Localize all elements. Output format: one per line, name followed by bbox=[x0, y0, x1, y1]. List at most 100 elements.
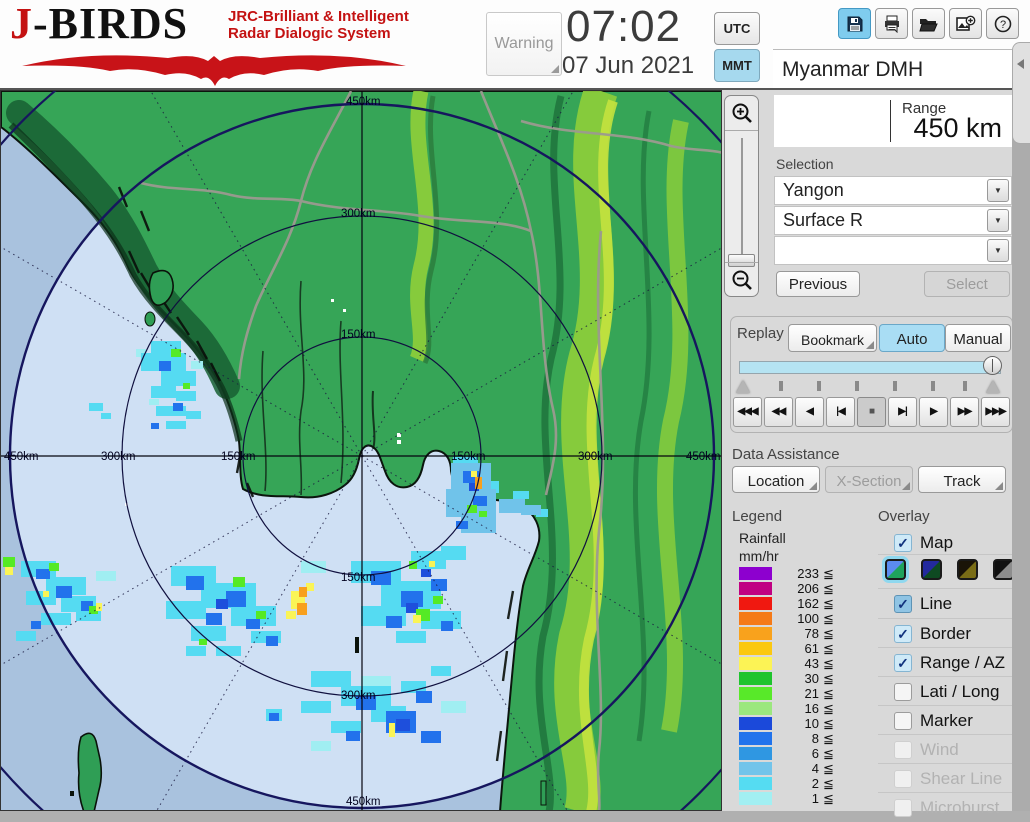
range-az-checkbox[interactable]: ✓ bbox=[894, 654, 912, 672]
site-dropdown[interactable]: Yangon ▼ bbox=[774, 176, 1012, 205]
overlay-row-map: ✓ Map bbox=[878, 528, 1012, 557]
svg-text:450km: 450km bbox=[346, 796, 381, 808]
control-panel: Range 450 km Selection Yangon ▼ Surface … bbox=[722, 90, 1014, 817]
map-style-navy-darkgreen[interactable] bbox=[921, 559, 942, 580]
legend-row: 206 ≦ bbox=[739, 581, 849, 596]
print-button[interactable] bbox=[875, 8, 908, 39]
bookmark-button[interactable]: Bookmark bbox=[788, 324, 877, 352]
capture-image-button[interactable] bbox=[949, 8, 982, 39]
svg-text:150km: 150km bbox=[221, 451, 256, 463]
svg-text:300km: 300km bbox=[341, 208, 376, 220]
overlay-label: Overlay bbox=[878, 508, 930, 525]
previous-button[interactable]: Previous bbox=[776, 271, 860, 297]
legend-row: 30 ≦ bbox=[739, 671, 849, 686]
legend-row: 61 ≦ bbox=[739, 641, 849, 656]
zoom-slider-track[interactable] bbox=[741, 138, 743, 256]
marker-checkbox[interactable] bbox=[894, 712, 912, 730]
step-back-button[interactable]: |◀ bbox=[826, 397, 855, 427]
image-plus-icon bbox=[955, 15, 975, 31]
svg-text:300km: 300km bbox=[578, 451, 613, 463]
zoom-in-icon bbox=[732, 103, 752, 123]
panel-collapse-handle[interactable] bbox=[1012, 42, 1030, 144]
range-end-marker[interactable] bbox=[986, 380, 1000, 393]
product-dropdown[interactable]: Surface R ▼ bbox=[774, 206, 1012, 235]
radar-map[interactable]: 450km 300km 150km 150km 300km 450km 450k… bbox=[0, 90, 722, 811]
line-checkbox[interactable]: ✓ bbox=[894, 595, 912, 613]
eagle-logo-icon bbox=[22, 55, 406, 86]
map-style-grayscale[interactable] bbox=[993, 559, 1014, 580]
stop-button[interactable]: ■ bbox=[857, 397, 886, 427]
shear-line-checkbox bbox=[894, 770, 912, 788]
replay-slider-track[interactable] bbox=[739, 361, 1001, 374]
svg-text:150km: 150km bbox=[451, 451, 486, 463]
map-checkbox[interactable]: ✓ bbox=[894, 534, 912, 552]
zoom-in-button[interactable] bbox=[725, 96, 758, 131]
replay-slider-thumb[interactable] bbox=[983, 356, 1002, 375]
map-style-blue-green[interactable] bbox=[885, 559, 906, 580]
play-button[interactable]: ▶ bbox=[919, 397, 948, 427]
overlay-row-microburst: Microburst bbox=[878, 792, 1012, 822]
svg-text:450km: 450km bbox=[346, 96, 381, 108]
xsection-button[interactable]: X-Section bbox=[825, 466, 913, 493]
warning-button[interactable]: Warning bbox=[486, 12, 562, 76]
overlay-row-lati-long: Lati / Long bbox=[878, 676, 1012, 706]
border-checkbox[interactable]: ✓ bbox=[894, 625, 912, 643]
save-icon bbox=[847, 16, 862, 31]
clock-time: 07:02 bbox=[566, 2, 682, 51]
help-button[interactable]: ? bbox=[986, 8, 1019, 39]
select-button[interactable]: Select bbox=[924, 271, 1010, 297]
play-reverse-button[interactable]: ◀ bbox=[795, 397, 824, 427]
selection-label: Selection bbox=[776, 156, 834, 172]
chevron-down-icon[interactable]: ▼ bbox=[987, 209, 1009, 232]
svg-text:450km: 450km bbox=[686, 451, 721, 463]
svg-text:150km: 150km bbox=[341, 572, 376, 584]
auto-button[interactable]: Auto bbox=[879, 324, 945, 352]
legend-row: 100 ≦ bbox=[739, 611, 849, 626]
jbirds-app: { "header": { "logo_title": "J-BIRDS", "… bbox=[0, 0, 1030, 817]
app-logo: J-BIRDS JRC-Brilliant & Intelligent Rada… bbox=[10, 2, 410, 88]
range-start-marker[interactable] bbox=[736, 380, 750, 393]
svg-text:450km: 450km bbox=[4, 451, 39, 463]
track-button[interactable]: Track bbox=[918, 466, 1006, 493]
zoom-out-icon bbox=[732, 270, 752, 290]
open-folder-button[interactable] bbox=[912, 8, 945, 39]
legend-row: 43 ≦ bbox=[739, 656, 849, 671]
lati-long-checkbox[interactable] bbox=[894, 683, 912, 701]
microburst-checkbox bbox=[894, 799, 912, 817]
location-button[interactable]: Location bbox=[732, 466, 820, 493]
folder-icon bbox=[919, 18, 938, 31]
logo-tagline: JRC-Brilliant & Intelligent Radar Dialog… bbox=[228, 8, 409, 43]
extra-dropdown[interactable]: ▼ bbox=[774, 236, 1012, 265]
rewind-button[interactable]: ◀◀ bbox=[764, 397, 793, 427]
forward-button[interactable]: ▶▶ bbox=[950, 397, 979, 427]
printer-icon bbox=[884, 15, 899, 33]
save-button[interactable] bbox=[838, 8, 871, 39]
legend-row: 233 ≦ bbox=[739, 566, 849, 581]
chevron-down-icon[interactable]: ▼ bbox=[987, 179, 1009, 202]
zoom-out-button[interactable] bbox=[725, 262, 758, 297]
legend-row: 162 ≦ bbox=[739, 596, 849, 611]
svg-text:150km: 150km bbox=[341, 329, 376, 341]
manual-button[interactable]: Manual bbox=[945, 324, 1011, 352]
legend-unit: Rainfall mm/hr bbox=[739, 530, 786, 564]
legend-row: 1 ≦ bbox=[739, 791, 849, 806]
overlay-row-shear-line: Shear Line bbox=[878, 763, 1012, 793]
legend-row: 78 ≦ bbox=[739, 626, 849, 641]
svg-text:300km: 300km bbox=[101, 451, 136, 463]
legend-row: 6 ≦ bbox=[739, 746, 849, 761]
svg-text:300km: 300km bbox=[341, 690, 376, 702]
help-icon: ? bbox=[994, 15, 1011, 32]
forward-fast-button[interactable]: ▶▶▶ bbox=[981, 397, 1010, 427]
overlay-row-wind: Wind bbox=[878, 734, 1012, 764]
rewind-fast-button[interactable]: ◀◀◀ bbox=[733, 397, 762, 427]
overlay-row-border: ✓ Border bbox=[878, 618, 1012, 648]
utc-button[interactable]: UTC bbox=[714, 12, 760, 45]
mmt-button[interactable]: MMT bbox=[714, 49, 760, 82]
data-assistance-label: Data Assistance bbox=[732, 446, 840, 463]
map-style-olive[interactable] bbox=[957, 559, 978, 580]
step-forward-button[interactable]: ▶| bbox=[888, 397, 917, 427]
chevron-down-icon[interactable]: ▼ bbox=[987, 239, 1009, 262]
window-side-strip bbox=[1012, 90, 1030, 811]
overlay-row-marker: Marker bbox=[878, 705, 1012, 735]
range-value: 450 km bbox=[913, 113, 1002, 143]
